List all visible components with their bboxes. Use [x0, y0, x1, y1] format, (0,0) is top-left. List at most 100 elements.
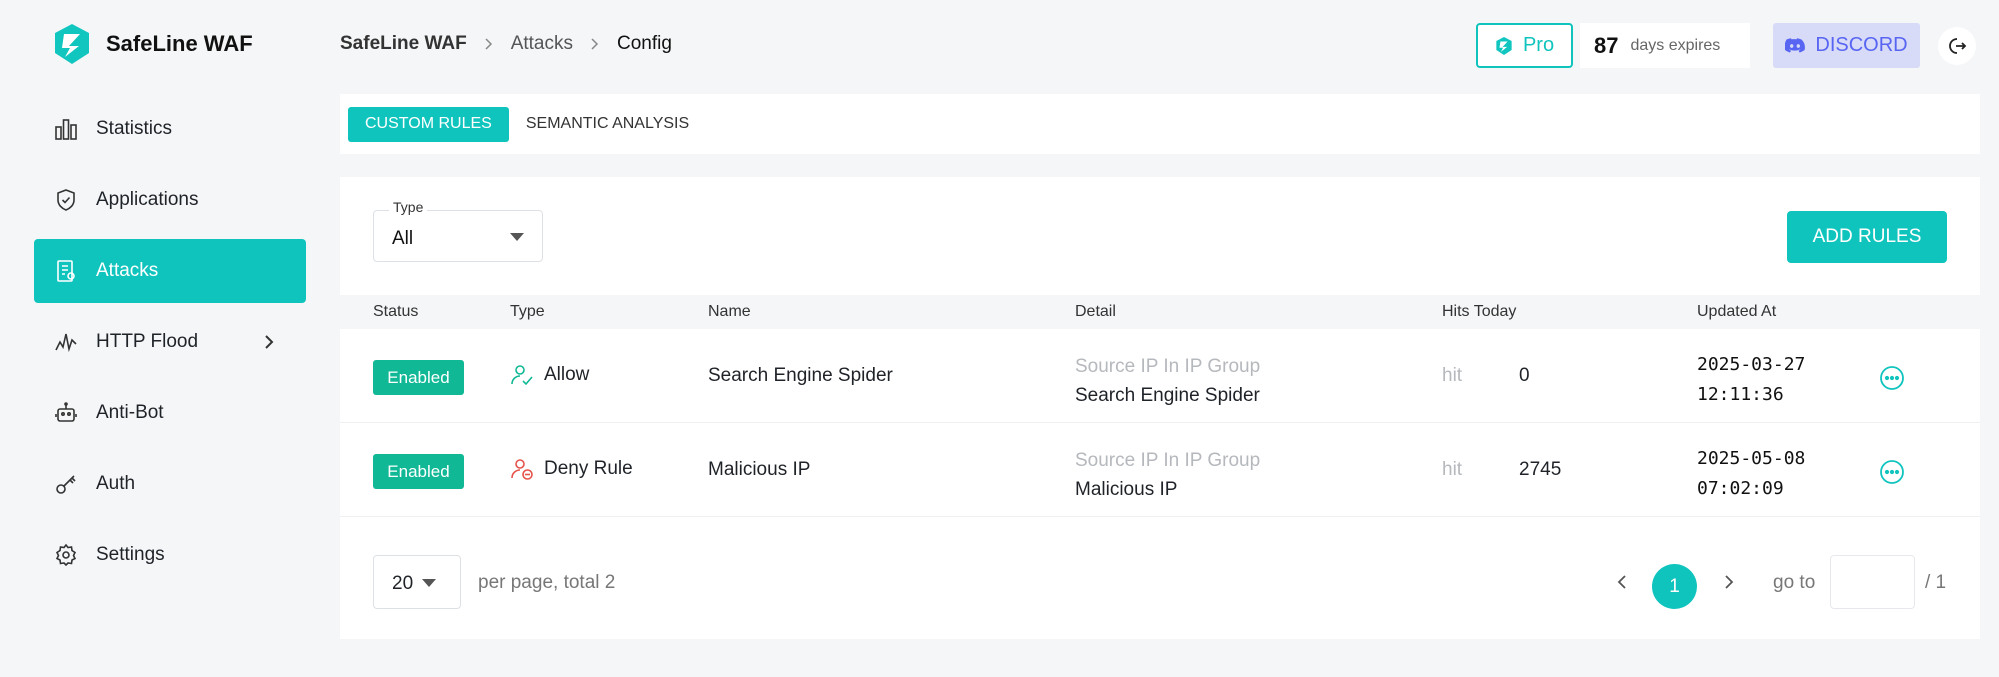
brand-name: SafeLine WAF	[106, 31, 253, 56]
report-icon	[54, 259, 78, 283]
license-expiry: 87 days expires	[1580, 23, 1750, 68]
detail-value: Malicious IP	[1075, 479, 1178, 500]
rule-type: Allow	[510, 363, 589, 387]
rule-name: Search Engine Spider	[708, 365, 893, 386]
caret-down-icon	[510, 233, 524, 241]
sidebar-item-applications[interactable]: Applications	[34, 168, 306, 232]
breadcrumb: SafeLine WAF Attacks Config	[340, 33, 672, 55]
caret-down-icon	[422, 579, 436, 587]
rule-type-label: Deny Rule	[544, 458, 633, 479]
chevron-right-icon[interactable]	[262, 332, 276, 352]
updated-date: 2025-05-08	[1697, 448, 1806, 469]
chevron-right-icon[interactable]	[1718, 572, 1738, 592]
logout-button[interactable]	[1938, 27, 1976, 65]
rule-type: Deny Rule	[510, 457, 633, 481]
allow-user-icon	[511, 365, 533, 386]
updated-time: 07:02:09	[1697, 478, 1784, 499]
detail-condition: Source IP In IP Group	[1075, 450, 1261, 471]
table-header: Status Type Name Detail Hits Today Updat…	[340, 295, 1980, 329]
key-icon	[54, 472, 78, 496]
goto-page-input[interactable]	[1830, 555, 1915, 609]
status-badge[interactable]: Enabled	[373, 454, 464, 489]
more-options-icon[interactable]	[1878, 364, 1906, 392]
safeline-logo-icon	[55, 24, 89, 64]
safeline-logo-icon	[1496, 36, 1512, 55]
discord-icon	[1785, 37, 1806, 52]
column-header: Detail	[1075, 303, 1116, 320]
tab-custom-rules[interactable]: CUSTOM RULES	[348, 106, 509, 142]
more-options-icon[interactable]	[1878, 458, 1906, 486]
hit-label: hit	[1442, 459, 1463, 480]
hit-label: hit	[1442, 365, 1463, 386]
sidebar: SafeLine WAF Statistics Applications Att…	[0, 0, 320, 677]
status-badge[interactable]: Enabled	[373, 360, 464, 395]
rule-name: Malicious IP	[708, 459, 811, 480]
per-page-select[interactable]: 20	[373, 555, 461, 609]
rule-detail: Source IP In IP Group Malicious IP	[1075, 446, 1260, 504]
sidebar-item-statistics[interactable]: Statistics	[34, 97, 306, 161]
sidebar-item-settings[interactable]: Settings	[34, 523, 306, 587]
sidebar-item-label: Attacks	[96, 260, 159, 281]
sidebar-item-anti-bot[interactable]: Anti-Bot	[34, 381, 306, 445]
brand[interactable]: SafeLine WAF	[52, 22, 253, 66]
tabs-bar: CUSTOM RULES SEMANTIC ANALYSIS	[340, 94, 1980, 154]
detail-value: Search Engine Spider	[1075, 385, 1260, 406]
per-page-value: 20	[392, 573, 414, 594]
updated-at: 2025-03-27 12:11:36	[1697, 350, 1805, 410]
total-pages: / 1	[1925, 572, 1947, 593]
add-rules-button[interactable]: ADD RULES	[1787, 211, 1947, 263]
sidebar-item-attacks[interactable]: Attacks	[34, 239, 306, 303]
logout-icon	[1949, 38, 1967, 54]
expire-days: 87	[1594, 32, 1619, 58]
table-row[interactable]: Enabled Allow Search Engine Spider Sourc…	[340, 329, 1980, 423]
updated-date: 2025-03-27	[1697, 354, 1806, 375]
sidebar-nav: Statistics Applications Attacks HTTP Flo…	[34, 97, 306, 594]
column-header: Name	[708, 303, 751, 320]
goto-label: go to	[1773, 572, 1816, 593]
chevron-right-icon	[591, 38, 599, 50]
pro-badge[interactable]: Pro	[1476, 23, 1573, 68]
sidebar-item-label: HTTP Flood	[96, 331, 199, 352]
sidebar-item-label: Statistics	[96, 118, 173, 139]
updated-at: 2025-05-08 07:02:09	[1697, 444, 1805, 504]
column-header: Hits Today	[1442, 303, 1517, 320]
pagination-bar: 20 per page, total 2 1 go to / 1	[340, 552, 1980, 612]
pulse-icon	[54, 330, 78, 354]
gear-icon	[54, 543, 78, 567]
hits-today: 2745	[1519, 459, 1562, 480]
sidebar-item-auth[interactable]: Auth	[34, 452, 306, 516]
rules-card: Type All ADD RULES Status Type Name Deta…	[340, 177, 1980, 639]
chevron-left-icon[interactable]	[1613, 572, 1633, 592]
pro-label: Pro	[1522, 34, 1555, 56]
hits-today: 0	[1519, 365, 1530, 386]
sidebar-item-label: Anti-Bot	[96, 402, 164, 423]
type-select[interactable]: Type All	[373, 199, 543, 262]
sidebar-item-http-flood[interactable]: HTTP Flood	[34, 310, 306, 374]
chevron-right-icon	[485, 38, 492, 50]
type-select-value: All	[392, 228, 414, 249]
rule-detail: Source IP In IP Group Search Engine Spid…	[1075, 352, 1260, 410]
shield-icon	[54, 188, 78, 212]
sidebar-item-label: Settings	[96, 544, 165, 565]
page-button-current[interactable]: 1	[1652, 564, 1697, 609]
header: SafeLine WAF Attacks Config	[340, 0, 1999, 90]
detail-condition: Source IP In IP Group	[1075, 356, 1261, 377]
tab-semantic-analysis[interactable]: SEMANTIC ANALYSIS	[509, 107, 706, 142]
deny-user-icon	[511, 459, 533, 480]
breadcrumb-item[interactable]: SafeLine WAF	[340, 33, 467, 55]
bar-chart-icon	[54, 117, 78, 141]
rule-type-label: Allow	[544, 364, 590, 385]
type-select-label: Type	[389, 199, 428, 215]
breadcrumb-item: Config	[617, 33, 672, 54]
table-row[interactable]: Enabled Deny Rule Malicious IP Source IP…	[340, 423, 1980, 517]
discord-label: DISCORD	[1815, 34, 1908, 56]
robot-icon	[54, 401, 78, 425]
updated-time: 12:11:36	[1697, 384, 1784, 405]
breadcrumb-item[interactable]: Attacks	[511, 33, 573, 55]
sidebar-item-label: Applications	[96, 189, 199, 210]
discord-button[interactable]: DISCORD	[1773, 23, 1920, 68]
column-header: Updated At	[1697, 303, 1777, 320]
sidebar-item-label: Auth	[96, 473, 136, 494]
column-header: Type	[510, 303, 545, 320]
expire-text: days expires	[1630, 36, 1721, 54]
